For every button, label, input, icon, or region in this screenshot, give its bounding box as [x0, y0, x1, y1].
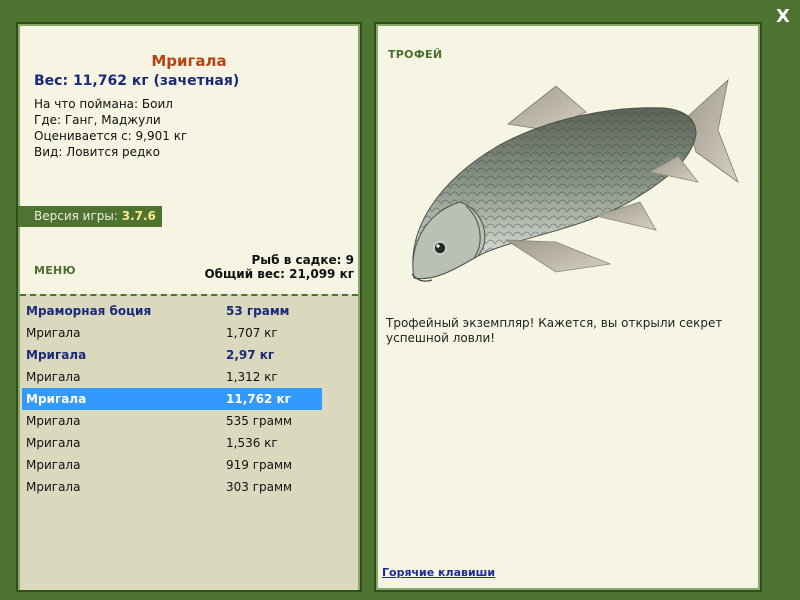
fish-item-weight: 535 грамм: [226, 414, 293, 428]
total-weight: Общий вес: 21,099 кг: [204, 267, 354, 281]
fish-item-name: Мригала: [26, 480, 81, 494]
fish-item-name: Мригала: [26, 370, 81, 384]
fish-item-name: Мригала: [26, 348, 87, 362]
fish-item-name: Мригала: [26, 392, 87, 406]
hotkeys-link[interactable]: Горячие клавиши: [382, 566, 495, 579]
fish-item-name: Мригала: [26, 414, 81, 428]
fish-list-item[interactable]: Мригала 535 грамм: [22, 410, 322, 432]
fish-item-weight: 2,97 кг: [226, 348, 275, 362]
fish-title: Мригала: [151, 52, 227, 70]
version-value: 3.7.6: [121, 209, 156, 223]
version-label: Версия игры:: [34, 209, 118, 223]
fish-list-item[interactable]: Мраморная боция 53 грамм: [22, 300, 322, 322]
fish-list-item[interactable]: Мригала 11,762 кг: [22, 388, 322, 410]
fish-item-weight: 11,762 кг: [226, 392, 291, 406]
trophy-panel: ТРОФЕЙ Трофейный экземпляр! Кажется, вы …: [374, 22, 762, 592]
detail-location: Где: Ганг, Маджули: [34, 113, 161, 127]
fish-list-item[interactable]: Мригала 919 грамм: [22, 454, 322, 476]
version-badge: Версия игры: 3.7.6: [18, 206, 162, 227]
fish-weight: Вес: 11,762 кг (зачетная): [34, 73, 240, 89]
trophy-message: Трофейный экземпляр! Кажется, вы открыли…: [386, 316, 723, 345]
fish-list: Мраморная боция 53 грамм Мригала 1,707 к…: [20, 294, 358, 590]
fish-item-weight: 1,536 кг: [226, 436, 278, 450]
fish-list-item[interactable]: Мригала 1,312 кг: [22, 366, 322, 388]
fish-item-name: Мригала: [26, 458, 81, 472]
detail-value: Оценивается с: 9,901 кг: [34, 129, 188, 143]
fish-item-weight: 1,707 кг: [226, 326, 278, 340]
fish-list-item[interactable]: Мригала 1,707 кг: [22, 322, 322, 344]
catch-info-panel: Мригала Вес: 11,762 кг (зачетная) На что…: [16, 22, 362, 592]
fish-item-weight: 53 грамм: [226, 304, 290, 318]
detail-bait: На что поймана: Боил: [34, 97, 173, 111]
fish-list-item[interactable]: Мригала 2,97 кг: [22, 344, 322, 366]
fish-item-weight: 1,312 кг: [226, 370, 278, 384]
fish-item-weight: 919 грамм: [226, 458, 293, 472]
close-button[interactable]: X: [772, 6, 794, 28]
fish-image: [411, 78, 739, 282]
fish-list-item[interactable]: Мригала 303 грамм: [22, 476, 322, 498]
fish-item-weight: 303 грамм: [226, 480, 293, 494]
fish-item-name: Мригала: [26, 326, 81, 340]
fish-item-name: Мраморная боция: [26, 304, 152, 318]
menu-label[interactable]: МЕНЮ: [34, 264, 76, 277]
keepnet-count: Рыб в садке: 9: [251, 253, 355, 267]
fish-list-item[interactable]: Мригала 1,536 кг: [22, 432, 322, 454]
fish-item-name: Мригала: [26, 436, 81, 450]
detail-rarity: Вид: Ловится редко: [34, 145, 160, 159]
